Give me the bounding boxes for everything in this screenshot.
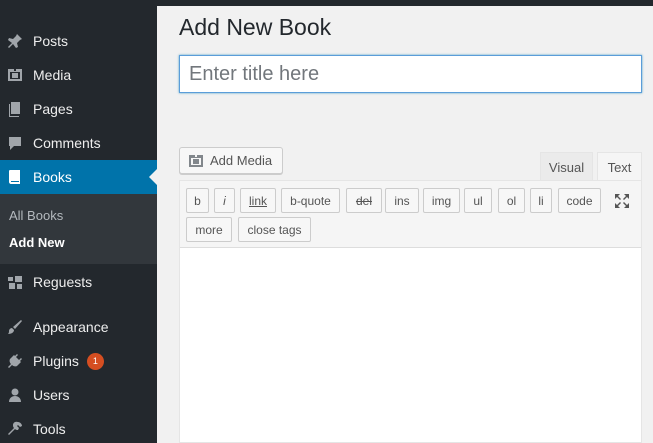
sidebar-item-pages[interactable]: Pages [0,92,157,126]
wrench-icon [7,421,23,437]
sidebar-item-media[interactable]: Media [0,58,157,92]
sidebar-item-label: Reguests [33,274,93,290]
user-icon [7,387,23,403]
sidebar-item-label: Media [33,67,72,83]
add-media-button[interactable]: Add Media [179,147,283,174]
sidebar-item-reguests[interactable]: Reguests [0,265,157,299]
quicktag-italic-button[interactable]: i [214,188,235,213]
brush-icon [7,319,23,335]
quicktag-label: img [431,193,452,208]
quicktag-bquote-button[interactable]: b-quote [281,188,340,213]
title-input[interactable] [179,55,642,93]
quicktag-label: li [538,193,544,208]
admin-top-bar [157,0,653,6]
add-media-label: Add Media [210,153,273,168]
sidebar-item-label: Posts [33,33,69,49]
quicktag-label: ol [506,193,517,208]
quicktag-code-button[interactable]: code [558,188,601,213]
tab-visual[interactable]: Visual [540,152,593,181]
tab-text[interactable]: Text [597,152,642,181]
sidebar-item-tools[interactable]: Tools [0,412,157,443]
quicktag-ins-button[interactable]: ins [385,188,419,213]
quicktag-ol-button[interactable]: ol [498,188,525,213]
books-submenu: All Books Add New [0,194,157,264]
submenu-add-new[interactable]: Add New [9,235,65,250]
pin-icon [7,33,23,49]
sidebar-item-label: Plugins [33,353,79,369]
admin-sidebar: Posts Media Pages Comments Books All Boo… [0,0,157,443]
quicktag-label: b [194,193,201,208]
sidebar-item-label: Comments [33,135,101,151]
quicktag-close-tags-button[interactable]: close tags [238,217,311,242]
quicktag-label: link [248,193,267,208]
sidebar-item-label: Appearance [33,319,109,335]
sidebar-item-label: Books [33,169,72,185]
quicktag-label: del [355,193,372,208]
pages-icon [7,101,23,117]
sidebar-item-label: Tools [33,421,66,437]
quicktag-ul-button[interactable]: ul [464,188,492,213]
quicktag-more-button[interactable]: more [186,217,232,242]
sidebar-item-label: Pages [33,101,73,117]
add-media-icon [188,153,204,169]
quicktag-label: ins [394,193,410,208]
media-icon [7,67,23,83]
quicktag-li-button[interactable]: li [530,188,552,213]
quicktag-label: ul [473,193,483,208]
comment-icon [7,135,23,151]
sidebar-item-books[interactable]: Books [0,160,157,194]
quicktag-label: more [195,222,223,237]
page-title: Add New Book [179,14,332,40]
sidebar-item-posts[interactable]: Posts [0,24,157,58]
sidebar-item-users[interactable]: Users [0,378,157,412]
quicktag-label: b-quote [290,193,331,208]
submenu-all-books[interactable]: All Books [9,208,63,223]
fullscreen-icon [615,194,629,208]
quicktag-label: i [223,193,226,208]
quicktag-label: close tags [247,222,302,237]
sidebar-item-plugins[interactable]: Plugins 1 [0,344,157,378]
quicktag-label: code [566,193,593,208]
book-icon [7,169,23,185]
sidebar-item-label: Users [33,387,70,403]
editor-container: b i link b-quote del ins img ul ol li co… [179,180,642,443]
quicktag-del-button[interactable]: del [346,188,382,213]
plug-icon [7,353,23,369]
quicktag-link-button[interactable]: link [240,188,276,213]
quicktag-img-button[interactable]: img [423,188,460,213]
sidebar-item-comments[interactable]: Comments [0,126,157,160]
quicktags-toolbar: b i link b-quote del ins img ul ol li co… [180,181,641,248]
sidebar-item-appearance[interactable]: Appearance [0,310,157,344]
quicktag-bold-button[interactable]: b [186,188,209,213]
plugins-update-badge: 1 [86,352,104,370]
content-textarea[interactable] [180,248,641,442]
fullscreen-button[interactable] [612,191,632,211]
requests-icon [7,274,23,290]
